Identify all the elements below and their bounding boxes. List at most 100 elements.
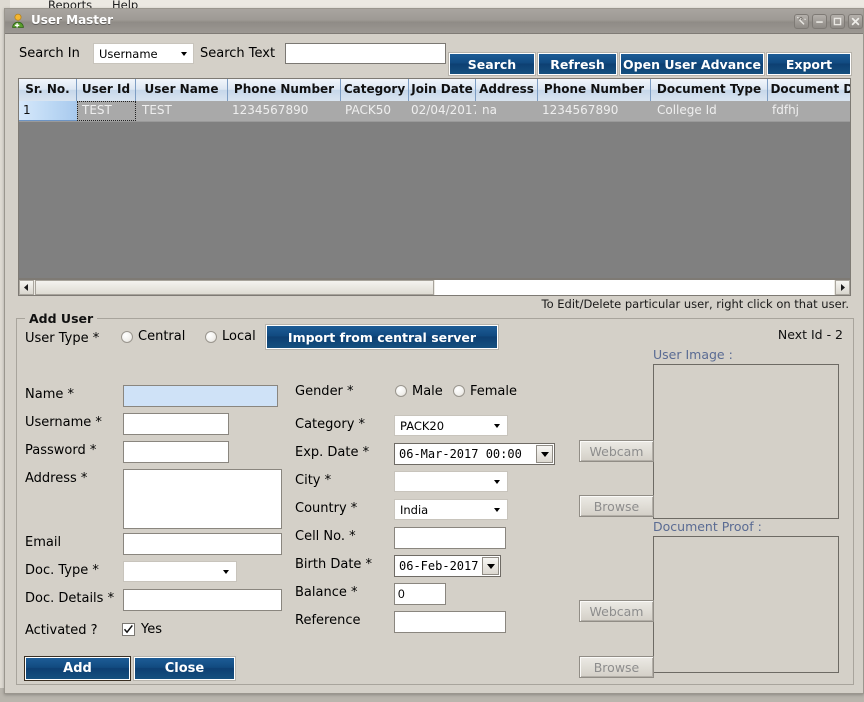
cell-phone-number-2[interactable]: 1234567890 bbox=[538, 101, 651, 121]
calendar-dropdown-icon[interactable] bbox=[482, 557, 499, 575]
export-button[interactable]: Export bbox=[767, 53, 851, 75]
radio-central-label[interactable]: Central bbox=[138, 329, 185, 344]
grid-col-document-type[interactable]: Document Type bbox=[651, 79, 768, 101]
balance-label: Balance * bbox=[295, 585, 358, 600]
name-input[interactable] bbox=[123, 385, 278, 407]
scrollbar-thumb[interactable] bbox=[35, 280, 434, 295]
scrollbar-track[interactable] bbox=[435, 280, 834, 295]
cell-document-details[interactable]: fdfhj bbox=[768, 101, 850, 121]
grid-col-address[interactable]: Address bbox=[476, 79, 538, 101]
grid-col-category[interactable]: Category bbox=[341, 79, 409, 101]
radio-local[interactable] bbox=[205, 331, 217, 343]
grid-horizontal-scrollbar[interactable] bbox=[18, 279, 851, 296]
window-title-bar[interactable]: User Master bbox=[5, 9, 863, 34]
doc-details-label: Doc. Details * bbox=[25, 591, 115, 606]
city-label: City * bbox=[295, 473, 332, 488]
address-textarea[interactable] bbox=[123, 469, 282, 529]
window-title: User Master bbox=[31, 13, 114, 27]
grid-body: 1 TEST TEST 1234567890 PACK50 02/04/2017… bbox=[19, 101, 850, 278]
chevron-down-icon bbox=[494, 480, 500, 484]
birth-date-value: 06-Feb-2017 bbox=[399, 559, 479, 573]
country-select[interactable]: India bbox=[394, 499, 508, 520]
grid-col-phone-number[interactable]: Phone Number bbox=[228, 79, 341, 101]
radio-local-label[interactable]: Local bbox=[222, 329, 256, 344]
activated-checkbox[interactable] bbox=[122, 623, 135, 636]
close-icon[interactable] bbox=[848, 14, 863, 29]
cell-phone-number[interactable]: 1234567890 bbox=[228, 101, 341, 121]
address-label: Address * bbox=[25, 471, 88, 486]
password-input[interactable] bbox=[123, 441, 229, 463]
cell-user-id[interactable]: TEST bbox=[77, 101, 136, 121]
balance-input[interactable] bbox=[394, 583, 446, 605]
user-data-grid[interactable]: Sr. No. User Id User Name Phone Number C… bbox=[18, 78, 851, 279]
doc-details-input[interactable] bbox=[123, 589, 282, 611]
table-row[interactable]: 1 TEST TEST 1234567890 PACK50 02/04/2017… bbox=[19, 101, 850, 122]
cell-no-input[interactable] bbox=[394, 527, 506, 549]
city-select[interactable] bbox=[394, 471, 508, 492]
open-user-advance-button[interactable]: Open User Advance bbox=[620, 53, 764, 75]
radio-male-label[interactable]: Male bbox=[412, 384, 443, 399]
maximize-icon[interactable] bbox=[830, 14, 845, 29]
cell-join-date[interactable]: 02/04/2017 bbox=[409, 101, 476, 121]
birth-date-picker[interactable]: 06-Feb-2017 bbox=[394, 555, 501, 577]
cell-sr-no[interactable]: 1 bbox=[19, 101, 77, 121]
scroll-left-icon[interactable] bbox=[19, 280, 34, 295]
category-select[interactable]: PACK20 bbox=[394, 415, 508, 436]
cell-no-label: Cell No. * bbox=[295, 529, 356, 544]
grid-col-document-details[interactable]: Document De bbox=[768, 79, 850, 101]
username-label: Username * bbox=[25, 415, 102, 430]
search-in-value: Username bbox=[99, 47, 158, 61]
doc-type-select[interactable] bbox=[123, 561, 237, 582]
radio-female[interactable] bbox=[453, 385, 465, 397]
user-image-label: User Image : bbox=[653, 347, 733, 362]
country-label: Country * bbox=[295, 501, 358, 516]
cell-category[interactable]: PACK50 bbox=[341, 101, 409, 121]
exp-date-label: Exp. Date * bbox=[295, 445, 370, 460]
search-input[interactable] bbox=[285, 43, 446, 64]
radio-male[interactable] bbox=[395, 385, 407, 397]
user-add-icon bbox=[11, 13, 27, 29]
email-input[interactable] bbox=[123, 533, 282, 555]
document-proof-webcam-button[interactable]: Webcam bbox=[579, 600, 654, 622]
cell-address[interactable]: na bbox=[478, 101, 540, 121]
cell-user-name[interactable]: TEST bbox=[138, 101, 230, 121]
user-image-browse-button[interactable]: Browse bbox=[579, 495, 654, 517]
refresh-button[interactable]: Refresh bbox=[538, 53, 617, 75]
gender-label: Gender * bbox=[295, 384, 354, 399]
username-input[interactable] bbox=[123, 413, 229, 435]
exp-date-value: 06-Mar-2017 00:00 bbox=[399, 447, 522, 461]
exp-date-picker[interactable]: 06-Mar-2017 00:00 bbox=[394, 443, 555, 465]
user-image-preview[interactable] bbox=[653, 364, 839, 519]
calendar-dropdown-icon[interactable] bbox=[536, 445, 553, 463]
search-button[interactable]: Search bbox=[449, 53, 535, 75]
grid-col-phone-number-2[interactable]: Phone Number bbox=[538, 79, 651, 101]
close-button[interactable]: Close bbox=[134, 657, 235, 680]
pin-icon[interactable] bbox=[794, 14, 809, 29]
user-type-label: User Type * bbox=[25, 331, 100, 346]
import-from-central-server-button[interactable]: Import from central server bbox=[266, 325, 498, 349]
radio-central[interactable] bbox=[121, 331, 133, 343]
cell-document-type[interactable]: College Id bbox=[653, 101, 770, 121]
reference-label: Reference bbox=[295, 613, 361, 628]
add-button[interactable]: Add bbox=[25, 657, 130, 680]
grid-col-user-id[interactable]: User Id bbox=[77, 79, 136, 101]
user-image-webcam-button[interactable]: Webcam bbox=[579, 440, 654, 462]
document-proof-preview[interactable] bbox=[653, 536, 839, 673]
search-text-label: Search Text bbox=[200, 46, 276, 61]
document-proof-label: Document Proof : bbox=[653, 519, 762, 534]
grid-col-user-name[interactable]: User Name bbox=[136, 79, 228, 101]
chevron-down-icon bbox=[181, 52, 187, 56]
document-proof-browse-button[interactable]: Browse bbox=[579, 656, 654, 678]
password-label: Password * bbox=[25, 443, 97, 458]
grid-col-join-date[interactable]: Join Date bbox=[409, 79, 476, 101]
grid-col-sr-no[interactable]: Sr. No. bbox=[19, 79, 77, 101]
reference-input[interactable] bbox=[394, 611, 506, 633]
next-id-label: Next Id - 2 bbox=[777, 327, 843, 342]
minimize-icon[interactable] bbox=[812, 14, 827, 29]
radio-female-label[interactable]: Female bbox=[470, 384, 517, 399]
name-label: Name * bbox=[25, 387, 74, 402]
chevron-down-icon bbox=[223, 570, 229, 574]
search-in-select[interactable]: Username bbox=[93, 43, 194, 64]
search-toolbar: Search In Username Search Text Search Re… bbox=[5, 34, 863, 75]
scroll-right-icon[interactable] bbox=[835, 280, 850, 295]
